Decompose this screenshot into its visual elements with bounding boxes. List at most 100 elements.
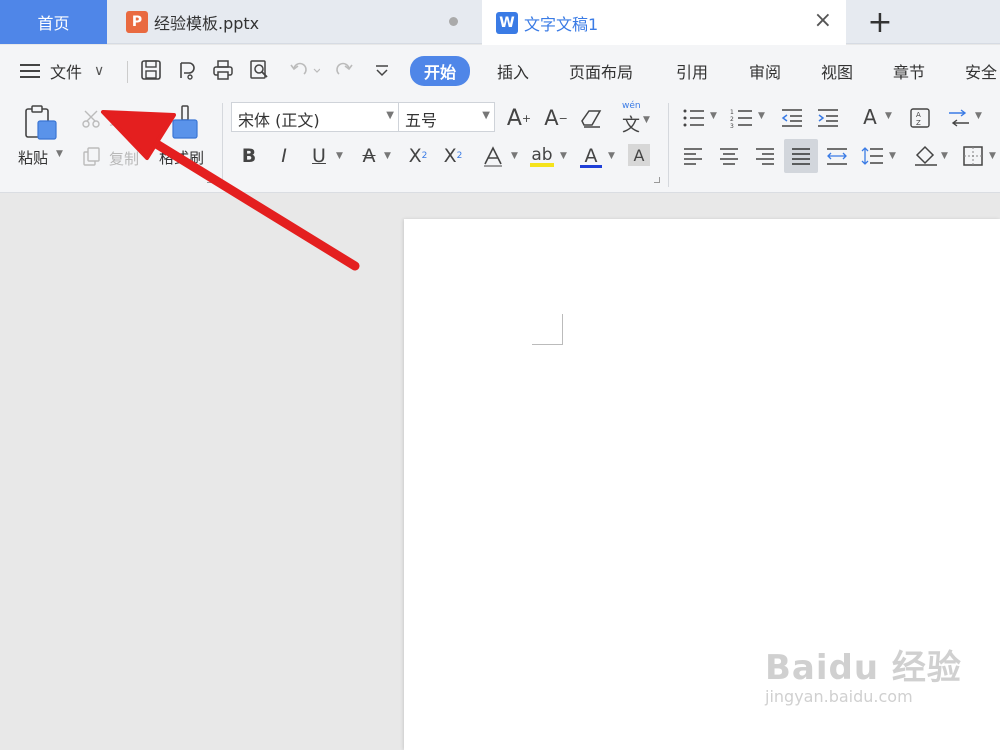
numbered-list-icon[interactable]: 123	[728, 105, 758, 131]
print-icon[interactable]	[211, 58, 235, 82]
shading-icon[interactable]	[912, 143, 940, 169]
tab-document[interactable]: W 文字文稿1 ×	[482, 0, 846, 45]
caret-down-icon: ▼	[386, 110, 394, 121]
save-icon[interactable]	[139, 58, 163, 82]
justify-icon[interactable]	[784, 139, 818, 173]
font-size-select[interactable]: 五号 ▼	[398, 102, 495, 132]
font-name-select[interactable]: 宋体 (正文) ▼	[231, 102, 399, 132]
borders-icon[interactable]	[960, 143, 986, 169]
clipboard-launcher-icon[interactable]	[207, 177, 213, 183]
font-size-value: 五号	[405, 111, 438, 130]
format-output-icon[interactable]	[175, 58, 199, 82]
new-tab-button[interactable]: +	[866, 4, 894, 40]
numbered-dropdown-icon[interactable]: ▼	[758, 111, 765, 121]
clear-format-icon[interactable]	[578, 105, 606, 131]
menu-insert[interactable]: 插入	[497, 59, 529, 83]
highlight-icon[interactable]: ab	[528, 141, 556, 171]
strike-dropdown-icon[interactable]: ▼	[384, 151, 391, 161]
paste-dropdown-icon[interactable]: ▼	[56, 149, 63, 159]
sort-icon[interactable]: AZ	[907, 105, 933, 131]
font-color-icon[interactable]: A	[578, 141, 604, 171]
text-effect-icon[interactable]	[480, 143, 506, 169]
underline-dropdown-icon[interactable]: ▼	[336, 151, 343, 161]
menu-bar: 文件 ∨ 开始 插入 页面布局 引用 审阅 视图 章节 安全	[0, 45, 1000, 97]
align-center-icon[interactable]	[716, 143, 742, 169]
line-spacing-icon[interactable]	[860, 143, 886, 169]
borders-dropdown-icon[interactable]: ▼	[989, 151, 996, 161]
decrease-font-icon[interactable]: A −	[542, 105, 570, 131]
ribbon-start: 粘贴 ▼ 剪切 复制 格式刷 宋体 (正文) ▼ 五号 ▼ A + A − wén …	[0, 97, 1000, 193]
tab-home[interactable]: 首页	[0, 0, 107, 44]
writer-file-icon: W	[496, 11, 518, 34]
font-name-value: 宋体 (正文)	[238, 111, 320, 130]
decrease-indent-icon[interactable]	[779, 105, 805, 131]
font-launcher-icon[interactable]	[654, 177, 660, 183]
line-spacing-dropdown-icon[interactable]: ▼	[889, 151, 896, 161]
paste-button[interactable]: 粘贴	[18, 147, 48, 168]
align-left-icon[interactable]	[680, 143, 706, 169]
superscript-icon[interactable]: X2	[405, 143, 431, 169]
customize-toolbar-icon[interactable]	[370, 58, 394, 82]
menu-section[interactable]: 章节	[893, 59, 925, 83]
menu-view[interactable]: 视图	[821, 59, 853, 83]
bullet-list-icon[interactable]	[680, 105, 710, 131]
hamburger-icon	[20, 63, 42, 79]
redo-icon[interactable]	[332, 58, 356, 82]
svg-text:A: A	[916, 111, 921, 119]
menu-divider	[127, 61, 128, 83]
line-switch-icon[interactable]	[945, 105, 973, 131]
tab-pptx[interactable]: P 经验模板.pptx	[112, 0, 478, 44]
format-painter-button[interactable]: 格式刷	[159, 147, 204, 168]
watermark-url: jingyan.baidu.com	[765, 687, 913, 706]
file-menu-button[interactable]: 文件 ∨	[20, 57, 104, 85]
italic-button[interactable]: I	[273, 143, 295, 169]
line-switch-dropdown-icon[interactable]: ▼	[975, 111, 982, 121]
underline-button[interactable]: U	[308, 143, 330, 169]
presentation-file-icon: P	[126, 11, 148, 33]
bold-button[interactable]: B	[238, 143, 260, 169]
bullet-dropdown-icon[interactable]: ▼	[710, 111, 717, 121]
strikethrough-icon[interactable]: A	[356, 143, 382, 169]
menu-references[interactable]: 引用	[676, 59, 708, 83]
menu-start[interactable]: 开始	[410, 56, 471, 86]
align-right-icon[interactable]	[752, 143, 778, 169]
menu-page-layout[interactable]: 页面布局	[569, 59, 633, 83]
scissors-icon[interactable]	[80, 107, 104, 131]
increase-font-icon[interactable]: A +	[505, 105, 533, 131]
copy-button[interactable]: 复制	[109, 148, 139, 169]
text-direction-icon[interactable]: A	[855, 103, 885, 131]
svg-text:Z: Z	[916, 119, 921, 127]
copy-icon[interactable]	[80, 145, 104, 169]
cut-button[interactable]: 剪切	[109, 108, 139, 129]
paste-icon[interactable]	[18, 103, 62, 143]
watermark-logo-text: Baidu 经验	[765, 648, 962, 688]
tab-document-label: 文字文稿1	[524, 14, 599, 34]
text-direction-dropdown-icon[interactable]: ▼	[885, 111, 892, 121]
format-painter-icon[interactable]	[165, 103, 205, 143]
undo-icon[interactable]	[286, 58, 322, 82]
close-tab-icon[interactable]: ×	[814, 8, 832, 33]
menu-security[interactable]: 安全	[965, 59, 997, 83]
increase-indent-icon[interactable]	[815, 105, 841, 131]
chevron-down-icon: ∨	[94, 63, 105, 79]
ribbon-divider	[222, 103, 223, 187]
shading-dropdown-icon[interactable]: ▼	[941, 151, 948, 161]
highlight-dropdown-icon[interactable]: ▼	[560, 151, 567, 161]
tab-pptx-label: 经验模板.pptx	[154, 14, 260, 33]
pinyin-guide-icon[interactable]: wén 文 ▼	[617, 101, 650, 136]
ribbon-divider	[668, 103, 669, 187]
pinyin-label: wén	[622, 101, 641, 111]
subscript-icon[interactable]: X2	[440, 143, 466, 169]
text-effect-dropdown-icon[interactable]: ▼	[511, 151, 518, 161]
baidu-watermark: Baidu 经验 jingyan.baidu.com	[765, 640, 965, 706]
menu-review[interactable]: 审阅	[749, 59, 781, 83]
unsaved-dot-icon[interactable]	[449, 17, 458, 26]
font-color-dropdown-icon[interactable]: ▼	[608, 151, 615, 161]
svg-text:2: 2	[730, 116, 734, 123]
print-preview-icon[interactable]	[247, 58, 271, 82]
caret-down-icon: ▼	[482, 110, 490, 121]
character-shading-icon[interactable]: A	[628, 144, 650, 166]
distributed-align-icon[interactable]	[824, 143, 850, 169]
svg-text:3: 3	[730, 123, 734, 128]
file-menu-label: 文件	[50, 63, 83, 82]
